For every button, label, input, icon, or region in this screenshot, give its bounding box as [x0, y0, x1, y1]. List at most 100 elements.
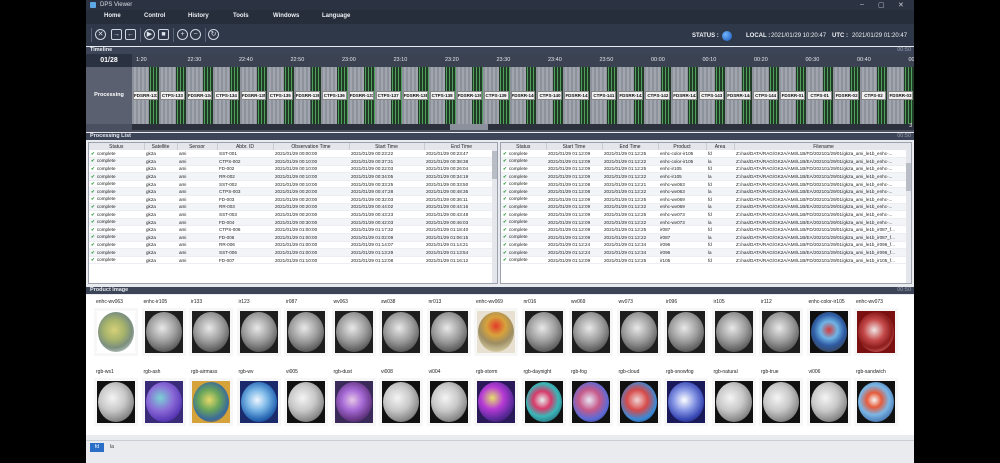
product-image[interactable]	[426, 308, 471, 356]
table-row[interactable]: ✔ complete 2021/01/29 01:12:09 2021/01/29 0…	[501, 225, 911, 235]
timeline-scroll-thumb[interactable]	[450, 124, 488, 130]
table-row[interactable]: ✔ complete 2021/01/29 01:12:09 2021/01/29 0…	[501, 210, 911, 219]
table-row[interactable]: ✔ complete gk2a ami SST-002 2021/01/29 00:10:…	[89, 180, 497, 189]
timeline-job-label[interactable]: FDSRR-143	[672, 91, 698, 100]
timeline-job-label[interactable]: CTPS-144	[753, 91, 779, 100]
product-image[interactable]	[521, 308, 566, 356]
menu-windows[interactable]: Windows	[273, 13, 299, 19]
table-row[interactable]: ✔ complete gk2a ami FD-002 2021/01/29 00:10:0…	[89, 165, 497, 174]
right-column-header[interactable]: Status	[501, 143, 547, 150]
product-thumbnail[interactable]: enhc-color-ir105	[806, 299, 853, 367]
product-image[interactable]	[284, 308, 328, 356]
left-column-header[interactable]: Status	[89, 143, 145, 150]
table-row[interactable]: ✔ complete gk2a ami CTPS-002 2021/01/29 00:10…	[89, 157, 497, 166]
product-image[interactable]	[379, 308, 423, 356]
product-image[interactable]	[474, 308, 518, 356]
table-row[interactable]: ✔ complete 2021/01/29 01:12:09 2021/01/29 0…	[501, 150, 911, 159]
product-thumbnail[interactable]: enhc-wv063	[94, 299, 140, 367]
product-thumbnail[interactable]: enhc-wv069	[474, 299, 520, 367]
product-thumbnail[interactable]: wv073	[616, 299, 663, 367]
left-column-header[interactable]: Satellite	[144, 143, 178, 150]
product-thumbnail[interactable]: ir123	[236, 299, 283, 367]
timeline-job-label[interactable]: FDSRR-03	[888, 91, 913, 100]
table-row[interactable]: ✔ complete 2021/01/29 01:12:24 2021/01/29 0…	[501, 248, 911, 257]
timeline-job-label[interactable]: CTPS-140	[537, 91, 563, 100]
login-icon[interactable]: →	[111, 29, 122, 40]
product-thumbnail[interactable]: ir087	[284, 299, 330, 367]
product-image[interactable]	[141, 308, 186, 356]
timeline-track[interactable]: FDSRR-133 CTPS-133 FDSRR-134 CTPS-134 FDSRR-…	[132, 67, 914, 124]
right-column-header[interactable]: Filename	[734, 143, 911, 150]
product-image[interactable]	[236, 308, 281, 356]
timeline-job-label[interactable]: FDSRR-138	[402, 91, 428, 100]
table-row[interactable]: ✔ complete gk2a ami FD-003 2021/01/29 00:20:0…	[89, 195, 497, 204]
product-thumbnail[interactable]: rgb-true	[759, 369, 805, 437]
product-thumbnail[interactable]: vi005	[284, 369, 330, 437]
menu-history[interactable]: History	[188, 13, 209, 19]
table-row[interactable]: ✔ complete gk2a ami FD-004 2021/01/29 00:30:0…	[89, 218, 497, 227]
product-thumbnail[interactable]: nr016	[521, 299, 568, 367]
timeline-job-label[interactable]: FDSRR-01	[780, 91, 806, 100]
product-image[interactable]	[711, 308, 756, 356]
product-image[interactable]	[759, 378, 803, 426]
product-thumbnail[interactable]: ir112	[759, 299, 805, 367]
product-thumbnail[interactable]: nr013	[426, 299, 473, 367]
product-thumbnail[interactable]: ir105	[711, 299, 758, 367]
product-image[interactable]	[759, 308, 803, 356]
table-row[interactable]: ✔ complete 2021/01/29 01:12:08 2021/01/29 0…	[501, 180, 911, 189]
product-image[interactable]	[854, 378, 898, 426]
timeline-job-label[interactable]: FDSRR-140	[510, 91, 536, 100]
product-image[interactable]	[141, 378, 186, 426]
zoom-out-icon[interactable]: −	[190, 29, 201, 40]
table-row[interactable]: ✔ complete 2021/01/29 01:12:09 2021/01/29 0…	[501, 256, 911, 265]
timeline-job-label[interactable]: CTPS-142	[645, 91, 671, 100]
timeline-job-label[interactable]: CTPS-143	[699, 91, 725, 100]
close-circle-icon[interactable]: ✕	[95, 29, 106, 40]
product-image[interactable]	[521, 378, 566, 426]
timeline-job-label[interactable]: CTPS-01	[807, 91, 833, 100]
table-row[interactable]: ✔ complete gk2a ami RR-006 2021/01/29 01:00:0…	[89, 241, 497, 250]
table-row[interactable]: ✔ complete 2021/01/29 01:12:09 2021/01/29 0…	[501, 172, 911, 181]
timeline-job-label[interactable]: CTPS-133	[159, 91, 185, 100]
product-image[interactable]	[664, 308, 708, 356]
product-thumbnail[interactable]: vi004	[426, 369, 473, 437]
play-icon[interactable]: ▶	[144, 29, 155, 40]
product-image[interactable]	[426, 378, 471, 426]
product-image[interactable]	[616, 378, 661, 426]
product-image[interactable]	[331, 308, 376, 356]
product-image[interactable]	[94, 378, 138, 426]
table-row[interactable]: ✔ complete gk2a ami CTPS-006 2021/01/29 01:00…	[89, 225, 497, 235]
product-thumbnail[interactable]: rgb-snowfog	[664, 369, 710, 437]
product-thumbnail[interactable]: sw038	[379, 299, 425, 367]
table-row[interactable]: ✔ complete gk2a ami RR-002 2021/01/29 00:10:0…	[89, 172, 497, 181]
product-thumbnail[interactable]: rgb-dust	[331, 369, 378, 437]
table-row[interactable]: ✔ complete gk2a ami FD-006 2021/01/29 01:00:0…	[89, 233, 497, 242]
timeline-job-label[interactable]: FDSRR-141	[564, 91, 590, 100]
product-thumbnail[interactable]: vi006	[806, 369, 853, 437]
timeline-job-label[interactable]: FDSRR-134	[186, 91, 212, 100]
product-thumbnail[interactable]: rgb-cloud	[616, 369, 663, 437]
product-image[interactable]	[616, 308, 661, 356]
table-row[interactable]: ✔ complete 2021/01/29 01:12:09 2021/01/29 0…	[501, 157, 911, 166]
menu-tools[interactable]: Tools	[233, 13, 249, 19]
timeline-job-label[interactable]: FDSRR-02	[834, 91, 860, 100]
product-thumbnail[interactable]: enhc-wv073	[854, 299, 900, 367]
table-row[interactable]: ✔ complete gk2a ami SST-001 2021/01/29 00:00:…	[89, 150, 497, 159]
product-image[interactable]	[569, 378, 613, 426]
product-image[interactable]	[806, 378, 851, 426]
table-row[interactable]: ✔ complete gk2a ami RR-003 2021/01/29 00:20:0…	[89, 203, 497, 212]
timeline-job-label[interactable]: FDSRR-142	[618, 91, 644, 100]
timeline-job-label[interactable]: FDSRR-144	[726, 91, 752, 100]
product-image[interactable]	[284, 378, 328, 426]
table-row[interactable]: ✔ complete gk2a ami SST-003 2021/01/29 00:20:…	[89, 210, 497, 219]
table-row[interactable]: ✔ complete 2021/01/29 01:12:09 2021/01/29 0…	[501, 165, 911, 174]
product-image[interactable]	[331, 378, 376, 426]
menu-home[interactable]: Home	[104, 13, 121, 19]
refresh-icon[interactable]: ↻	[208, 29, 219, 40]
right-column-header[interactable]: Area	[706, 143, 735, 150]
left-table-scrollbar[interactable]	[492, 143, 497, 283]
table-row[interactable]: ✔ complete gk2a ami SST-006 2021/01/29 01:00:…	[89, 248, 497, 257]
right-column-header[interactable]: Product	[658, 143, 707, 150]
timeline-job-label[interactable]: CTPS-138	[429, 91, 455, 100]
close-window-button[interactable]: ✕	[898, 1, 904, 9]
